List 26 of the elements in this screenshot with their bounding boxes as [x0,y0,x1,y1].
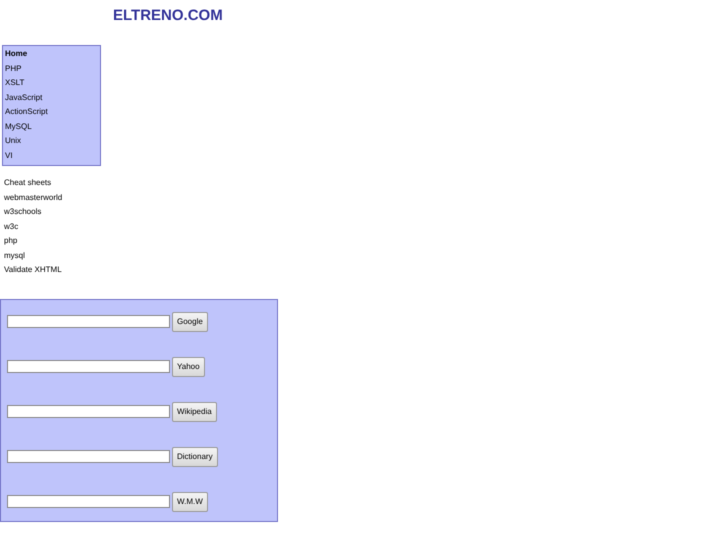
nav-link[interactable]: XSLT [3,76,100,90]
search-field[interactable] [7,495,170,508]
nav-link[interactable]: PHP [3,62,100,76]
nav-link[interactable]: Unix [3,134,100,148]
link[interactable]: php [4,234,62,248]
nav-link[interactable]: MySQL [3,120,100,134]
search-field[interactable] [7,405,170,418]
nav-link[interactable]: Home [3,47,100,62]
link[interactable]: webmasterworld [4,190,62,205]
nav-link[interactable]: VI [3,148,100,163]
link[interactable]: Validate XHTML [4,263,62,278]
search-field[interactable] [7,450,170,463]
nav-link[interactable]: ActionScript [3,105,100,120]
search-button[interactable]: Yahoo [172,356,205,376]
link[interactable]: mysql [4,248,62,263]
search-field[interactable] [7,315,170,328]
search-field[interactable] [7,360,170,373]
link[interactable]: w3c [4,220,62,234]
link[interactable]: w3schools [4,205,62,220]
search-button[interactable]: Wikipedia [172,402,217,422]
search-button[interactable]: Google [172,312,208,332]
link[interactable]: Cheat sheets [4,176,62,190]
search-button[interactable]: W.M.W [172,492,208,512]
site-title: ELTRENO.COM [113,7,223,25]
nav-link[interactable]: JavaScript [3,90,100,105]
search-button[interactable]: Dictionary [172,446,218,466]
